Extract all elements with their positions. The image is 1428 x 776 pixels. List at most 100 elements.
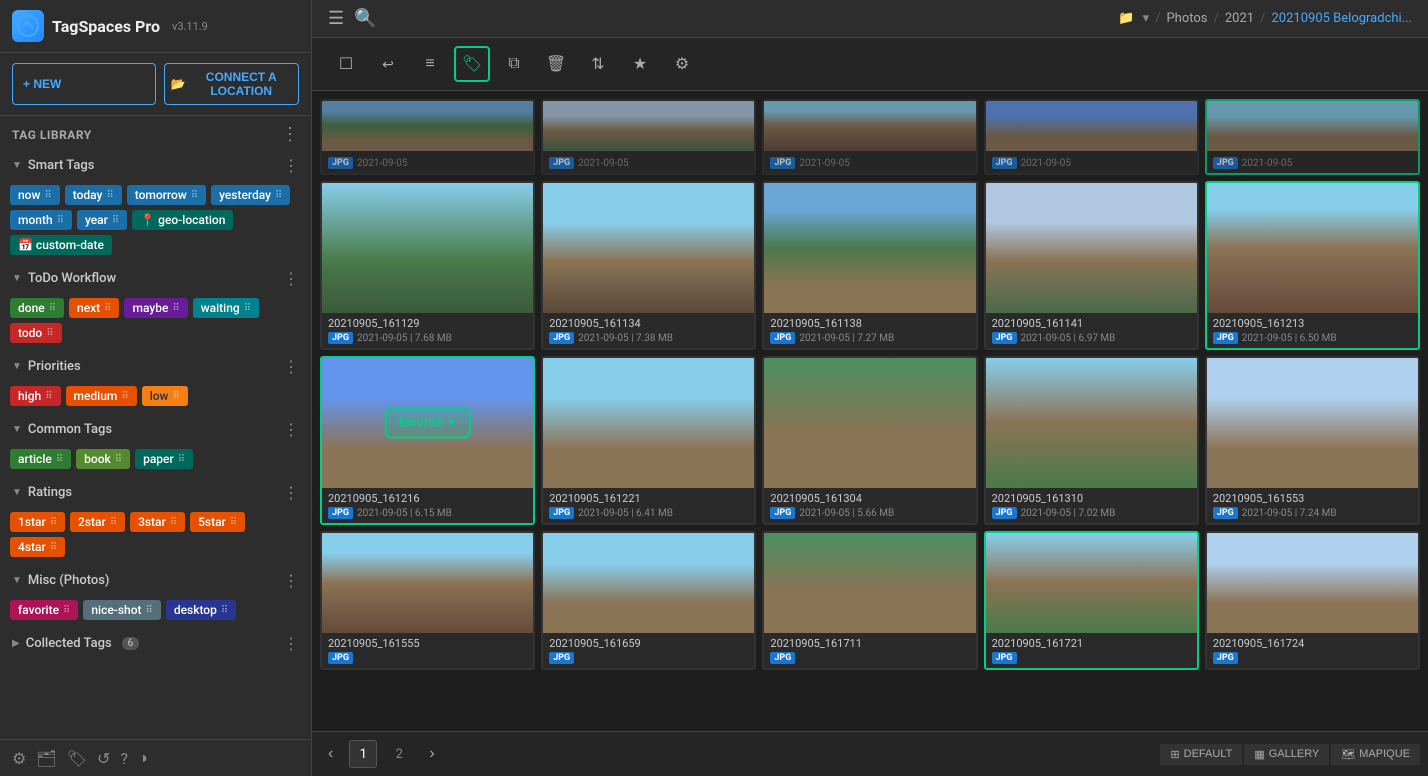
tag-3star[interactable]: 3star ⠿ (130, 512, 185, 532)
photo-card[interactable]: JPG 2021-09-05 (541, 99, 756, 175)
tag-year[interactable]: year ⠿ (77, 210, 127, 230)
photo-card-161216[interactable]: favorite ✦ 20210905_161216 JPG 2021-09-0… (320, 356, 535, 525)
photo-card-161659[interactable]: 20210905_161659 JPG (541, 531, 756, 670)
smart-tags-group[interactable]: ▼ Smart Tags ⋮ (0, 150, 311, 181)
history-icon[interactable]: ↺ (97, 749, 110, 768)
search-icon[interactable]: 🔍 (354, 8, 376, 29)
photo-card-161555[interactable]: 20210905_161555 JPG (320, 531, 535, 670)
new-button[interactable]: + NEW (12, 63, 156, 105)
tag-desktop[interactable]: desktop ⠿ (166, 600, 236, 620)
tag-tomorrow[interactable]: tomorrow ⠿ (127, 185, 206, 205)
photo-card[interactable]: JPG 2021-09-05 (1205, 99, 1420, 175)
tag-2star[interactable]: 2star ⠿ (70, 512, 125, 532)
tag-now[interactable]: now ⠿ (10, 185, 60, 205)
page-2-button[interactable]: 2 (385, 740, 413, 768)
location-dropdown-icon[interactable]: ▾ (1143, 11, 1150, 26)
photo-card-161304[interactable]: 20210905_161304 JPG 2021-09-05 | 5.66 MB (762, 356, 977, 525)
photo-card[interactable]: JPG 2021-09-05 (320, 99, 535, 175)
tag-yesterday[interactable]: yesterday ⠿ (211, 185, 290, 205)
tag-article[interactable]: article ⠿ (10, 449, 71, 469)
photo-card-161711[interactable]: 20210905_161711 JPG (762, 531, 977, 670)
tag-book[interactable]: book ⠿ (76, 449, 130, 469)
priorities-group[interactable]: ▼ Priorities ⋮ (0, 351, 311, 382)
sort-button[interactable]: ⇅ (580, 46, 616, 82)
tag-todo[interactable]: todo ⠿ (10, 323, 62, 343)
tag-month[interactable]: month ⠿ (10, 210, 72, 230)
back-button[interactable]: ↩ (370, 46, 406, 82)
tag-drop-overlay: favorite ✦ (384, 408, 471, 439)
tag-library-more-icon[interactable]: ⋮ (281, 126, 299, 144)
breadcrumb-photos[interactable]: Photos (1166, 11, 1207, 26)
default-view-button[interactable]: ⊞ DEFAULT (1160, 744, 1242, 765)
settings-icon[interactable]: ⚙ (12, 749, 26, 768)
delete-button[interactable]: 🗑 (538, 46, 574, 82)
photo-card-161138[interactable]: 20210905_161138 JPG 2021-09-05 | 7.27 MB (762, 181, 977, 350)
tag-today[interactable]: today ⠿ (65, 185, 122, 205)
photo-card-161724[interactable]: 20210905_161724 JPG (1205, 531, 1420, 670)
todo-more-icon[interactable]: ⋮ (283, 269, 299, 288)
tag-geo-location[interactable]: 📍 geo-location (132, 210, 233, 230)
ratings-chevron: ▼ (12, 487, 22, 498)
collected-tags-group[interactable]: ▶ Collected Tags 6 ⋮ (0, 628, 311, 659)
photo-card-161213[interactable]: 20210905_161213 JPG 2021-09-05 | 6.50 MB (1205, 181, 1420, 350)
common-tags-more-icon[interactable]: ⋮ (283, 420, 299, 439)
photo-card-161141[interactable]: 20210905_161141 JPG 2021-09-05 | 6.97 MB (984, 181, 1199, 350)
common-tags-group[interactable]: ▼ Common Tags ⋮ (0, 414, 311, 445)
select-all-button[interactable]: ☐ (328, 46, 364, 82)
breadcrumb-folder[interactable]: 20210905 Belogradchi... (1271, 11, 1412, 26)
settings-toolbar-button[interactable]: ⚙ (664, 46, 700, 82)
tag-button[interactable]: 🏷 (454, 46, 490, 82)
photo-card-161310[interactable]: 20210905_161310 JPG 2021-09-05 | 7.02 MB (984, 356, 1199, 525)
jpg-badge: JPG (992, 157, 1017, 169)
ratings-group[interactable]: ▼ Ratings ⋮ (0, 477, 311, 508)
ratings-more-icon[interactable]: ⋮ (283, 483, 299, 502)
tag-done[interactable]: done ⠿ (10, 298, 64, 318)
tag-waiting[interactable]: waiting ⠿ (193, 298, 259, 318)
photo-card-161134[interactable]: 20210905_161134 JPG 2021-09-05 | 7.38 MB (541, 181, 756, 350)
tag-high[interactable]: high ⠿ (10, 386, 61, 406)
smart-tags-more-icon[interactable]: ⋮ (283, 156, 299, 175)
photo-card-161129[interactable]: 20210905_161129 JPG 2021-09-05 | 7.68 MB (320, 181, 535, 350)
tag-medium[interactable]: medium ⠿ (66, 386, 137, 406)
tag-low[interactable]: low ⠿ (142, 386, 188, 406)
photo-card-161221[interactable]: 20210905_161221 JPG 2021-09-05 | 6.41 MB (541, 356, 756, 525)
next-page-button[interactable]: › (421, 741, 442, 767)
tag-paper[interactable]: paper ⠿ (135, 449, 193, 469)
tag-maybe[interactable]: maybe ⠿ (124, 298, 187, 318)
list-view-button[interactable]: ≡ (412, 46, 448, 82)
ratings-label: Ratings (28, 485, 72, 500)
photo-name: 20210905_161555 (328, 637, 527, 650)
photo-card-161721[interactable]: 20210905_161721 JPG (984, 531, 1199, 670)
tag-1star[interactable]: 1star ⠿ (10, 512, 65, 532)
breadcrumb-2021[interactable]: 2021 (1225, 11, 1254, 26)
misc-photos-group[interactable]: ▼ Misc (Photos) ⋮ (0, 565, 311, 596)
photo-card[interactable]: JPG 2021-09-05 (984, 99, 1199, 175)
gallery-view-button[interactable]: ▦ GALLERY (1244, 744, 1329, 765)
page-1-button[interactable]: 1 (349, 740, 377, 768)
todo-workflow-group[interactable]: ▼ ToDo Workflow ⋮ (0, 263, 311, 294)
priorities-more-icon[interactable]: ⋮ (283, 357, 299, 376)
tags-icon[interactable]: 🏷 (67, 749, 87, 768)
star-button[interactable]: ★ (622, 46, 658, 82)
tag-nice-shot[interactable]: nice-shot ⠿ (83, 600, 160, 620)
photo-card-161553[interactable]: 20210905_161553 JPG 2021-09-05 | 7.24 MB (1205, 356, 1420, 525)
jpg-badge: JPG (992, 652, 1017, 664)
menu-icon[interactable]: ☰ (328, 8, 344, 29)
collected-tags-more-icon[interactable]: ⋮ (283, 634, 299, 653)
tag-5star[interactable]: 5star ⠿ (190, 512, 245, 532)
photo-name: 20210905_161213 (1213, 317, 1412, 330)
theme-icon[interactable]: ◑ (138, 748, 148, 768)
tag-4star[interactable]: 4star ⠿ (10, 537, 65, 557)
locations-icon[interactable]: 🗂 (36, 749, 56, 768)
todo-chevron: ▼ (12, 273, 22, 284)
tag-favorite[interactable]: favorite ⠿ (10, 600, 78, 620)
prev-page-button[interactable]: ‹ (320, 741, 341, 767)
copy-button[interactable]: ⧉ (496, 46, 532, 82)
mapique-view-button[interactable]: 🗺 MAPIQUE (1331, 744, 1420, 765)
connect-location-button[interactable]: 📂 CONNECT A LOCATION (164, 63, 300, 105)
help-icon[interactable]: ? (120, 749, 128, 768)
tag-next[interactable]: next ⠿ (69, 298, 119, 318)
misc-more-icon[interactable]: ⋮ (283, 571, 299, 590)
photo-card[interactable]: JPG 2021-09-05 (762, 99, 977, 175)
tag-custom-date[interactable]: 📅 custom-date (10, 235, 112, 255)
